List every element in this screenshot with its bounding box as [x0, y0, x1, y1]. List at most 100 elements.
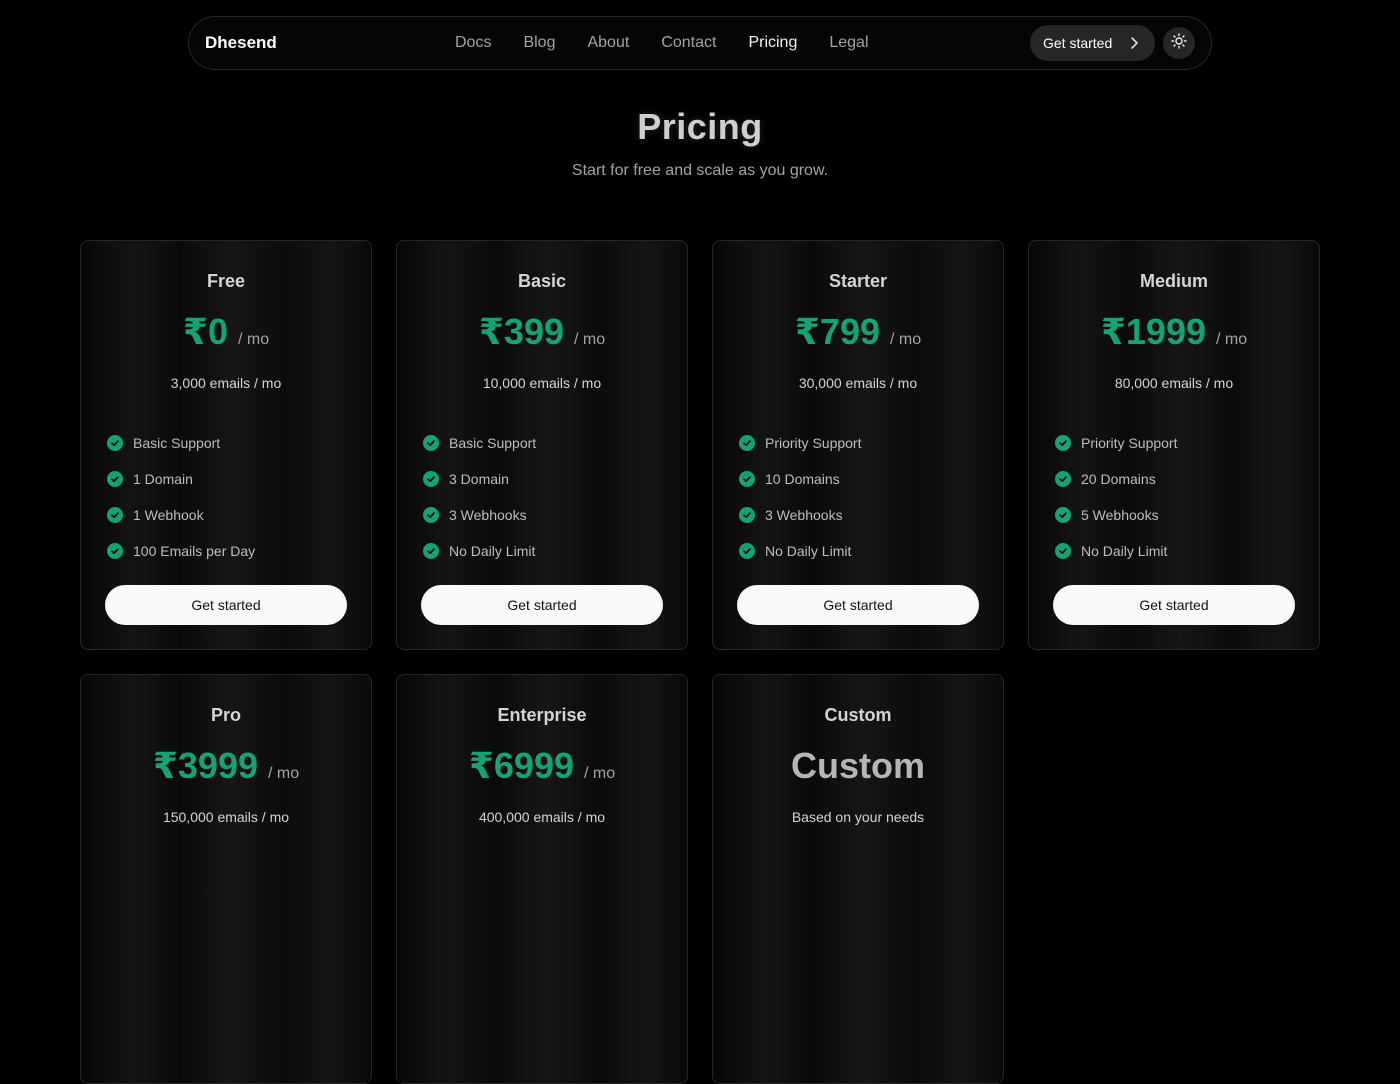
- check-circle-icon: [423, 435, 439, 451]
- plan-price: ₹3999: [152, 745, 258, 786]
- get-started-button-free[interactable]: Get started: [105, 585, 347, 625]
- check-circle-icon: [739, 435, 755, 451]
- price-row: ₹3999 / mo: [81, 745, 371, 787]
- feature-label: 100 Emails per Day: [133, 543, 256, 559]
- price-row: ₹6999 / mo: [397, 745, 687, 787]
- plan-quota: 30,000 emails / mo: [798, 375, 918, 391]
- pricing-grid: Free ₹0 / mo 3,000 emails / mo Basic Support…: [80, 240, 1320, 1084]
- feature-item: 3 Webhooks: [423, 497, 536, 533]
- plan-name: Free: [206, 271, 246, 291]
- theme-toggle-button[interactable]: [1163, 27, 1195, 59]
- check-circle-icon: [1055, 471, 1071, 487]
- nav-link-contact[interactable]: Contact: [645, 34, 732, 52]
- check-circle-icon: [423, 543, 439, 559]
- feature-label: Priority Support: [1081, 435, 1178, 451]
- get-started-button-medium[interactable]: Get started: [1053, 585, 1295, 625]
- plan-quota: Based on your needs: [791, 809, 925, 825]
- check-circle-icon: [1055, 543, 1071, 559]
- feature-label: 20 Domains: [1081, 471, 1156, 487]
- plan-quota: 400,000 emails / mo: [478, 809, 606, 825]
- plan-quota: 10,000 emails / mo: [482, 375, 602, 391]
- feature-item: Priority Support: [739, 425, 861, 461]
- feature-list: Basic Support 1 Domain 1 Webhook 100 Emails…: [107, 425, 255, 569]
- check-circle-icon: [1055, 507, 1071, 523]
- nav-link-blog[interactable]: Blog: [507, 34, 571, 52]
- feature-label: 3 Webhooks: [449, 507, 527, 523]
- nav-link-docs[interactable]: Docs: [439, 34, 507, 52]
- nav-link-legal[interactable]: Legal: [813, 34, 884, 52]
- feature-item: 20 Domains: [1055, 461, 1177, 497]
- nav-link-about[interactable]: About: [571, 34, 645, 52]
- plan-period: / mo: [890, 331, 922, 348]
- price-row: ₹799 / mo: [713, 311, 1003, 353]
- check-circle-icon: [739, 543, 755, 559]
- get-started-nav-label: Get started: [1043, 35, 1113, 51]
- check-circle-icon: [423, 507, 439, 523]
- plan-card-starter: Starter ₹799 / mo 30,000 emails / mo Priorit…: [712, 240, 1004, 650]
- plan-period: / mo: [237, 331, 270, 348]
- check-circle-icon: [1055, 435, 1071, 451]
- feature-label: No Daily Limit: [765, 543, 852, 559]
- plan-name: Basic: [517, 271, 567, 291]
- plan-period: / mo: [574, 331, 606, 348]
- plan-price: ₹0: [182, 311, 228, 352]
- top-navbar: Dhesend Docs Blog About Contact Pricing …: [188, 16, 1212, 70]
- plan-quota: 150,000 emails / mo: [162, 809, 290, 825]
- feature-item: 3 Domain: [423, 461, 536, 497]
- feature-item: No Daily Limit: [423, 533, 536, 569]
- plan-quota: 80,000 emails / mo: [1114, 375, 1234, 391]
- plan-period: / mo: [268, 765, 300, 782]
- feature-item: 10 Domains: [739, 461, 861, 497]
- plan-name: Pro: [210, 705, 241, 725]
- chevron-right-icon: [1127, 36, 1141, 53]
- plan-quota: 3,000 emails / mo: [170, 375, 282, 391]
- plan-period: / mo: [584, 765, 616, 782]
- feature-item: Priority Support: [1055, 425, 1177, 461]
- get-started-nav-button[interactable]: Get started: [1030, 25, 1155, 61]
- check-circle-icon: [423, 471, 439, 487]
- plan-price: ₹799: [794, 311, 880, 352]
- plan-card-enterprise: Enterprise ₹6999 / mo 400,000 emails / mo: [396, 674, 688, 1084]
- plan-price: ₹1999: [1100, 311, 1206, 352]
- feature-label: 5 Webhooks: [1081, 507, 1159, 523]
- feature-list: Priority Support 10 Domains 3 Webhooks No D…: [739, 425, 861, 569]
- plan-price: ₹6999: [468, 745, 574, 786]
- feature-item: 1 Domain: [107, 461, 255, 497]
- feature-list: Basic Support 3 Domain 3 Webhooks No Daily …: [423, 425, 536, 569]
- nav-links: Docs Blog About Contact Pricing Legal: [439, 17, 885, 69]
- feature-item: No Daily Limit: [1055, 533, 1177, 569]
- feature-item: 1 Webhook: [107, 497, 255, 533]
- plan-card-medium: Medium ₹1999 / mo 80,000 emails / mo Priorit…: [1028, 240, 1320, 650]
- price-row: ₹1999 / mo: [1029, 311, 1319, 353]
- feature-item: No Daily Limit: [739, 533, 861, 569]
- feature-label: 3 Webhooks: [765, 507, 843, 523]
- plan-name: Starter: [828, 271, 888, 291]
- feature-label: Basic Support: [133, 435, 221, 451]
- check-circle-icon: [107, 435, 123, 451]
- feature-label: No Daily Limit: [1081, 543, 1168, 559]
- price-row: Custom: [713, 745, 1003, 787]
- feature-label: 1 Webhook: [133, 507, 204, 523]
- check-circle-icon: [107, 543, 123, 559]
- plan-card-custom: Custom Custom Based on your needs: [712, 674, 1004, 1084]
- feature-item: Basic Support: [423, 425, 536, 461]
- plan-name: Medium: [1139, 271, 1208, 291]
- check-circle-icon: [107, 507, 123, 523]
- page-title: Pricing: [637, 106, 763, 147]
- get-started-button-starter[interactable]: Get started: [737, 585, 979, 625]
- plan-price: ₹399: [478, 311, 564, 352]
- brand-logo[interactable]: Dhesend: [205, 17, 277, 69]
- nav-link-pricing[interactable]: Pricing: [732, 34, 813, 52]
- plan-price: Custom: [791, 745, 925, 786]
- check-circle-icon: [739, 507, 755, 523]
- feature-item: 100 Emails per Day: [107, 533, 255, 569]
- feature-label: No Daily Limit: [449, 543, 536, 559]
- price-row: ₹399 / mo: [397, 311, 687, 353]
- check-circle-icon: [739, 471, 755, 487]
- get-started-button-basic[interactable]: Get started: [421, 585, 663, 625]
- plan-card-free: Free ₹0 / mo 3,000 emails / mo Basic Support…: [80, 240, 372, 650]
- feature-item: Basic Support: [107, 425, 255, 461]
- feature-label: Basic Support: [449, 435, 537, 451]
- sun-icon: [1171, 32, 1187, 54]
- feature-item: 5 Webhooks: [1055, 497, 1177, 533]
